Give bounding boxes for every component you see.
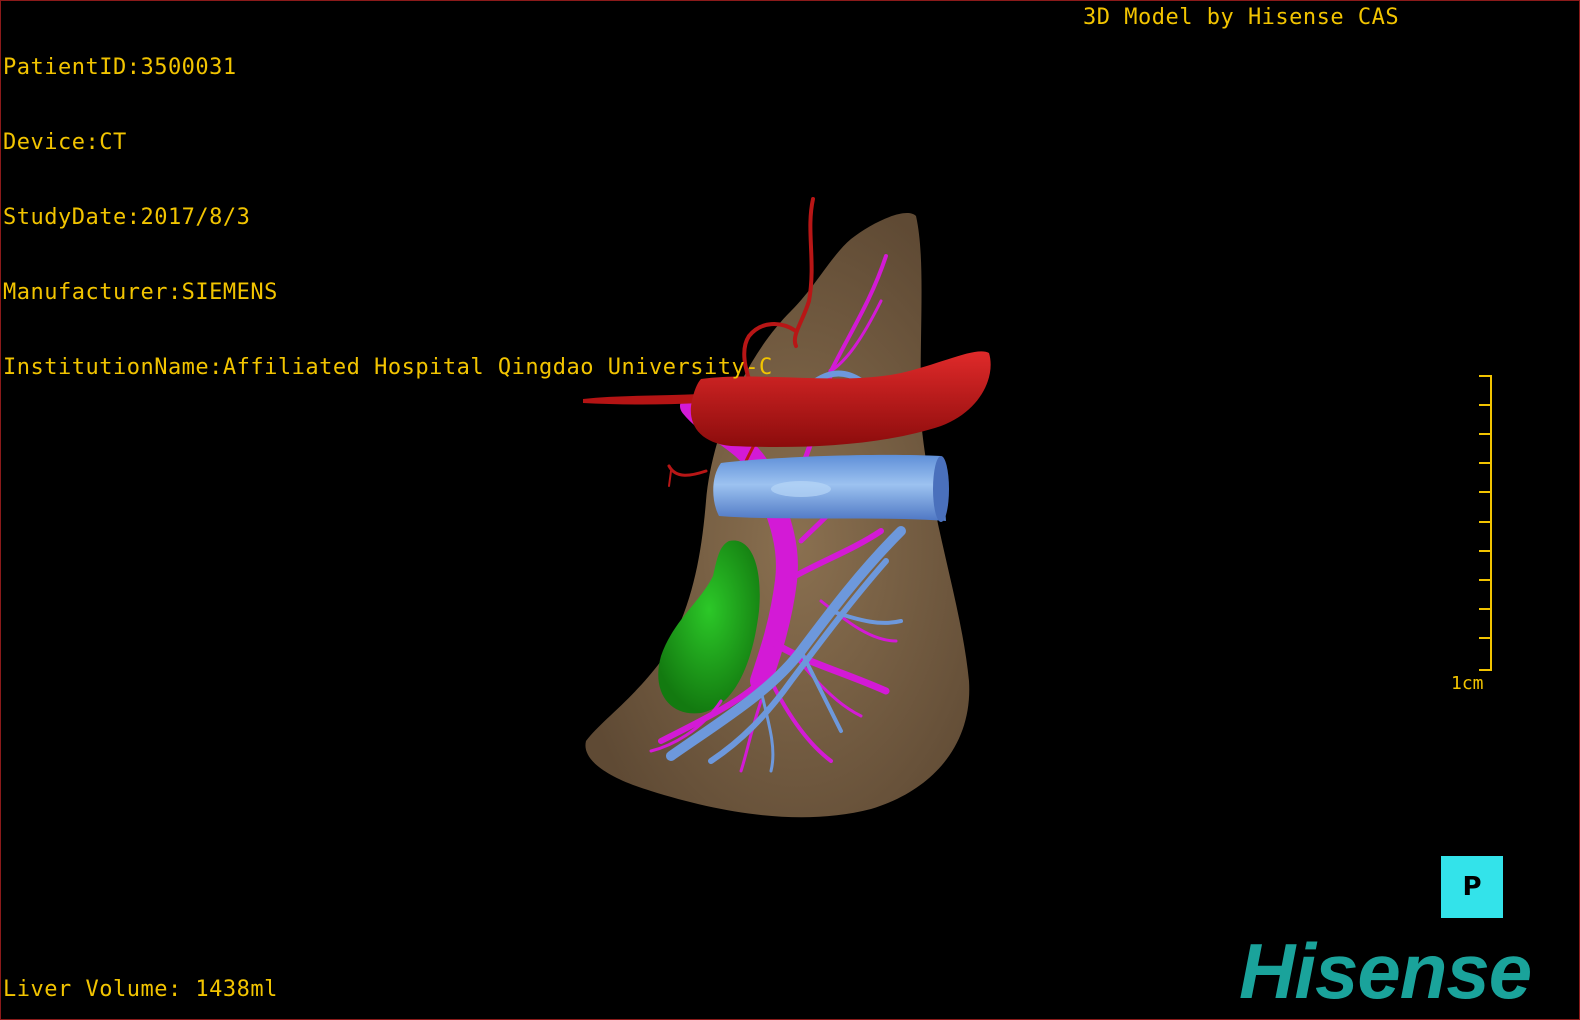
model-watermark: 3D Model by Hisense CAS (1083, 5, 1400, 30)
patient-info-overlay: PatientID:3500031 Device:CT StudyDate:20… (3, 5, 773, 430)
3d-viewport[interactable]: PatientID:3500031 Device:CT StudyDate:20… (0, 0, 1580, 1020)
liver-volume-text: Liver Volume: 1438ml (3, 977, 278, 1002)
manufacturer-text: Manufacturer:SIEMENS (3, 280, 278, 305)
scale-label: 1cm (1451, 673, 1484, 694)
study-date-text: StudyDate:2017/8/3 (3, 205, 251, 230)
hisense-logo: Hisense (1239, 927, 1532, 1015)
orientation-cube[interactable]: P (1441, 856, 1503, 918)
scale-bar (1479, 375, 1492, 671)
device-text: Device:CT (3, 130, 127, 155)
orientation-label: P (1462, 872, 1482, 902)
inferior-vena-cava (713, 454, 949, 522)
institution-text: InstitutionName:Affiliated Hospital Qing… (3, 355, 773, 380)
patient-id-text: PatientID:3500031 (3, 55, 237, 80)
